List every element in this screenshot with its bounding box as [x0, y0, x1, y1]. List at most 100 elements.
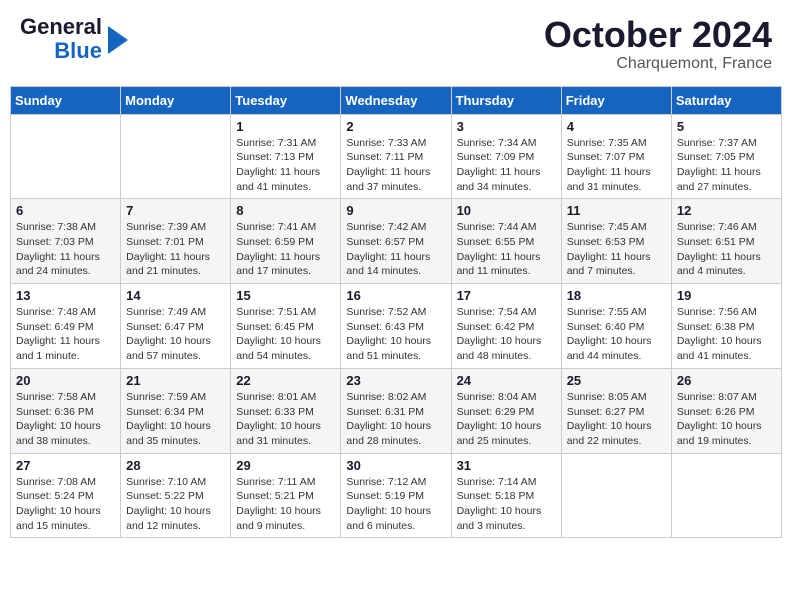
day-number: 17: [457, 288, 556, 303]
day-number: 25: [567, 373, 666, 388]
day-number: 15: [236, 288, 335, 303]
location: Charquemont, France: [544, 55, 772, 73]
day-info: Sunrise: 7:54 AM Sunset: 6:42 PM Dayligh…: [457, 305, 556, 364]
day-info: Sunrise: 7:46 AM Sunset: 6:51 PM Dayligh…: [677, 220, 776, 279]
day-info: Sunrise: 7:34 AM Sunset: 7:09 PM Dayligh…: [457, 136, 556, 195]
table-row: 14Sunrise: 7:49 AM Sunset: 6:47 PM Dayli…: [121, 284, 231, 369]
day-info: Sunrise: 7:12 AM Sunset: 5:19 PM Dayligh…: [346, 475, 445, 534]
day-info: Sunrise: 8:05 AM Sunset: 6:27 PM Dayligh…: [567, 390, 666, 449]
table-row: 12Sunrise: 7:46 AM Sunset: 6:51 PM Dayli…: [671, 199, 781, 284]
day-info: Sunrise: 7:56 AM Sunset: 6:38 PM Dayligh…: [677, 305, 776, 364]
day-info: Sunrise: 7:11 AM Sunset: 5:21 PM Dayligh…: [236, 475, 335, 534]
table-row: [561, 453, 671, 538]
table-row: 28 Sunrise: 7:10 AM Sunset: 5:22 PM Dayli…: [121, 453, 231, 538]
calendar-week-row: 27 Sunrise: 7:08 AM Sunset: 5:24 PM Dayli…: [11, 453, 782, 538]
table-row: 15Sunrise: 7:51 AM Sunset: 6:45 PM Dayli…: [231, 284, 341, 369]
col-saturday: Saturday: [671, 86, 781, 114]
day-info: Sunrise: 8:01 AM Sunset: 6:33 PM Dayligh…: [236, 390, 335, 449]
table-row: 17 Sunrise: 7:54 AM Sunset: 6:42 PM Dayli…: [451, 284, 561, 369]
table-row: 22 Sunrise: 8:01 AM Sunset: 6:33 PM Dayli…: [231, 368, 341, 453]
day-info: Sunrise: 7:14 AM Sunset: 5:18 PM Dayligh…: [457, 475, 556, 534]
day-number: 5: [677, 119, 776, 134]
day-number: 8: [236, 203, 335, 218]
col-thursday: Thursday: [451, 86, 561, 114]
day-number: 23: [346, 373, 445, 388]
day-number: 30: [346, 458, 445, 473]
logo-arrow-icon: [108, 26, 128, 54]
table-row: 24 Sunrise: 8:04 AM Sunset: 6:29 PM Dayli…: [451, 368, 561, 453]
table-row: 21 Sunrise: 7:59 AM Sunset: 6:34 PM Dayli…: [121, 368, 231, 453]
day-info: Sunrise: 7:39 AM Sunset: 7:01 PM Dayligh…: [126, 220, 225, 279]
day-number: 24: [457, 373, 556, 388]
day-number: 2: [346, 119, 445, 134]
page-header: General Blue October 2024 Charquemont, F…: [10, 10, 782, 78]
logo: General Blue: [20, 15, 128, 63]
day-info: Sunrise: 8:02 AM Sunset: 6:31 PM Dayligh…: [346, 390, 445, 449]
col-sunday: Sunday: [11, 86, 121, 114]
table-row: 20 Sunrise: 7:58 AM Sunset: 6:36 PM Dayli…: [11, 368, 121, 453]
table-row: 25 Sunrise: 8:05 AM Sunset: 6:27 PM Dayli…: [561, 368, 671, 453]
table-row: 16Sunrise: 7:52 AM Sunset: 6:43 PM Dayli…: [341, 284, 451, 369]
day-info: Sunrise: 7:59 AM Sunset: 6:34 PM Dayligh…: [126, 390, 225, 449]
table-row: [121, 114, 231, 199]
day-info: Sunrise: 8:04 AM Sunset: 6:29 PM Dayligh…: [457, 390, 556, 449]
day-info: Sunrise: 7:48 AM Sunset: 6:49 PM Dayligh…: [16, 305, 115, 364]
day-number: 18: [567, 288, 666, 303]
table-row: 7 Sunrise: 7:39 AM Sunset: 7:01 PM Daylig…: [121, 199, 231, 284]
month-title: October 2024: [544, 15, 772, 55]
table-row: 19 Sunrise: 7:56 AM Sunset: 6:38 PM Dayli…: [671, 284, 781, 369]
day-info: Sunrise: 7:38 AM Sunset: 7:03 PM Dayligh…: [16, 220, 115, 279]
calendar-week-row: 1 Sunrise: 7:31 AM Sunset: 7:13 PM Daylig…: [11, 114, 782, 199]
day-number: 19: [677, 288, 776, 303]
day-number: 27: [16, 458, 115, 473]
day-info: Sunrise: 7:58 AM Sunset: 6:36 PM Dayligh…: [16, 390, 115, 449]
day-info: Sunrise: 7:49 AM Sunset: 6:47 PM Dayligh…: [126, 305, 225, 364]
day-number: 9: [346, 203, 445, 218]
table-row: 13 Sunrise: 7:48 AM Sunset: 6:49 PM Dayli…: [11, 284, 121, 369]
day-info: Sunrise: 7:37 AM Sunset: 7:05 PM Dayligh…: [677, 136, 776, 195]
day-number: 4: [567, 119, 666, 134]
day-info: Sunrise: 7:45 AM Sunset: 6:53 PM Dayligh…: [567, 220, 666, 279]
day-number: 6: [16, 203, 115, 218]
day-number: 11: [567, 203, 666, 218]
day-number: 13: [16, 288, 115, 303]
day-info: Sunrise: 7:31 AM Sunset: 7:13 PM Dayligh…: [236, 136, 335, 195]
day-info: Sunrise: 7:55 AM Sunset: 6:40 PM Dayligh…: [567, 305, 666, 364]
table-row: [11, 114, 121, 199]
day-info: Sunrise: 7:10 AM Sunset: 5:22 PM Dayligh…: [126, 475, 225, 534]
table-row: 9 Sunrise: 7:42 AM Sunset: 6:57 PM Daylig…: [341, 199, 451, 284]
day-number: 1: [236, 119, 335, 134]
day-info: Sunrise: 8:07 AM Sunset: 6:26 PM Dayligh…: [677, 390, 776, 449]
table-row: 23 Sunrise: 8:02 AM Sunset: 6:31 PM Dayli…: [341, 368, 451, 453]
calendar-week-row: 13 Sunrise: 7:48 AM Sunset: 6:49 PM Dayli…: [11, 284, 782, 369]
col-monday: Monday: [121, 86, 231, 114]
table-row: 29Sunrise: 7:11 AM Sunset: 5:21 PM Dayli…: [231, 453, 341, 538]
table-row: 18 Sunrise: 7:55 AM Sunset: 6:40 PM Dayli…: [561, 284, 671, 369]
table-row: 26Sunrise: 8:07 AM Sunset: 6:26 PM Dayli…: [671, 368, 781, 453]
day-number: 22: [236, 373, 335, 388]
calendar-week-row: 20 Sunrise: 7:58 AM Sunset: 6:36 PM Dayli…: [11, 368, 782, 453]
table-row: 11 Sunrise: 7:45 AM Sunset: 6:53 PM Dayli…: [561, 199, 671, 284]
table-row: 4 Sunrise: 7:35 AM Sunset: 7:07 PM Daylig…: [561, 114, 671, 199]
day-number: 20: [16, 373, 115, 388]
day-number: 10: [457, 203, 556, 218]
day-number: 28: [126, 458, 225, 473]
col-wednesday: Wednesday: [341, 86, 451, 114]
table-row: 27 Sunrise: 7:08 AM Sunset: 5:24 PM Dayli…: [11, 453, 121, 538]
table-row: 10Sunrise: 7:44 AM Sunset: 6:55 PM Dayli…: [451, 199, 561, 284]
day-number: 3: [457, 119, 556, 134]
day-info: Sunrise: 7:41 AM Sunset: 6:59 PM Dayligh…: [236, 220, 335, 279]
day-info: Sunrise: 7:35 AM Sunset: 7:07 PM Dayligh…: [567, 136, 666, 195]
day-number: 31: [457, 458, 556, 473]
col-tuesday: Tuesday: [231, 86, 341, 114]
table-row: 1 Sunrise: 7:31 AM Sunset: 7:13 PM Daylig…: [231, 114, 341, 199]
day-info: Sunrise: 7:08 AM Sunset: 5:24 PM Dayligh…: [16, 475, 115, 534]
day-number: 7: [126, 203, 225, 218]
logo-general: General: [20, 15, 102, 39]
day-info: Sunrise: 7:42 AM Sunset: 6:57 PM Dayligh…: [346, 220, 445, 279]
table-row: 3 Sunrise: 7:34 AM Sunset: 7:09 PM Daylig…: [451, 114, 561, 199]
calendar-table: Sunday Monday Tuesday Wednesday Thursday…: [10, 86, 782, 539]
table-row: 2Sunrise: 7:33 AM Sunset: 7:11 PM Daylig…: [341, 114, 451, 199]
day-number: 21: [126, 373, 225, 388]
calendar-week-row: 6 Sunrise: 7:38 AM Sunset: 7:03 PM Daylig…: [11, 199, 782, 284]
